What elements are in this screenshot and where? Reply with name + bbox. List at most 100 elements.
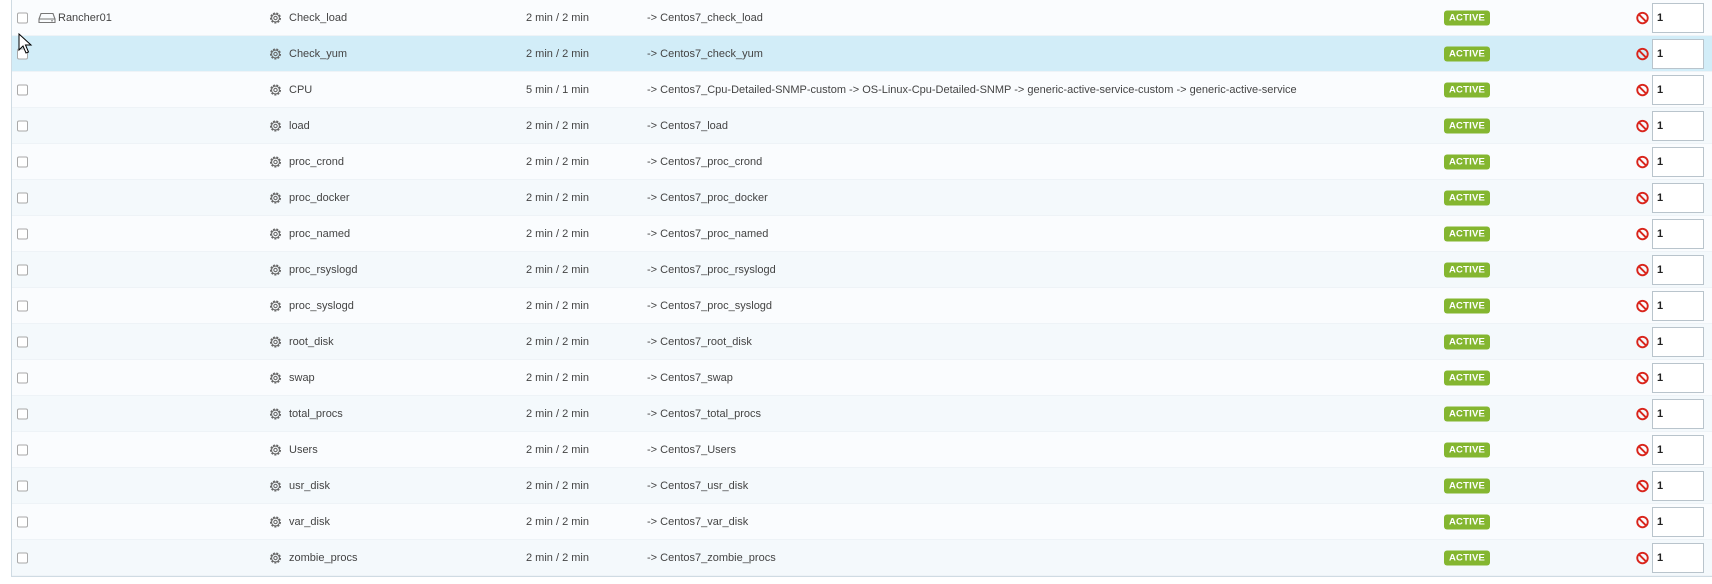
service-name[interactable]: root_disk [289,336,334,348]
row-checkbox[interactable] [17,444,28,455]
disable-icon[interactable] [1635,190,1650,205]
disable-icon[interactable] [1635,406,1650,421]
duplicate-count-input[interactable] [1652,326,1704,357]
table-row[interactable]: proc_named 2 min / 2 min -> Centos7_proc… [12,216,1712,252]
duplicate-count-input[interactable] [1652,434,1704,465]
service-template: -> Centos7_Users [647,443,736,456]
table-row[interactable]: Users 2 min / 2 min -> Centos7_Users ACT… [12,432,1712,468]
row-checkbox[interactable] [17,120,28,131]
row-checkbox[interactable] [17,228,28,239]
table-row[interactable]: load 2 min / 2 min -> Centos7_load ACTIV… [12,108,1712,144]
disable-icon[interactable] [1635,478,1650,493]
duplicate-count-input[interactable] [1652,110,1704,141]
gear-icon [268,370,283,385]
check-interval: 2 min / 2 min [526,371,589,384]
table-row[interactable]: proc_syslogd 2 min / 2 min -> Centos7_pr… [12,288,1712,324]
check-interval: 2 min / 2 min [526,263,589,276]
table-row[interactable]: swap 2 min / 2 min -> Centos7_swap ACTIV… [12,360,1712,396]
service-name[interactable]: proc_docker [289,192,350,204]
disable-icon[interactable] [1635,334,1650,349]
disable-icon[interactable] [1635,370,1650,385]
row-checkbox[interactable] [17,12,28,23]
duplicate-count-input[interactable] [1652,2,1704,33]
host-name[interactable]: Rancher01 [58,12,112,24]
service-name[interactable]: Check_load [289,12,347,24]
duplicate-count-input[interactable] [1652,182,1704,213]
gear-icon [268,226,283,241]
service-template: -> Centos7_proc_syslogd [647,299,773,312]
table-row[interactable]: proc_rsyslogd 2 min / 2 min -> Centos7_p… [12,252,1712,288]
service-name[interactable]: var_disk [289,516,330,528]
status-badge: ACTIVE [1444,514,1491,529]
disable-icon[interactable] [1635,82,1650,97]
check-interval: 2 min / 2 min [526,299,589,312]
duplicate-count-input[interactable] [1652,362,1704,393]
table-row[interactable]: Rancher01 Check_load 2 min / 2 min -> Ce… [12,0,1712,36]
row-checkbox[interactable] [17,264,28,275]
table-row[interactable]: root_disk 2 min / 2 min -> Centos7_root_… [12,324,1712,360]
check-interval: 2 min / 2 min [526,515,589,528]
disable-icon[interactable] [1635,154,1650,169]
duplicate-count-input[interactable] [1652,146,1704,177]
row-checkbox[interactable] [17,156,28,167]
row-checkbox[interactable] [17,372,28,383]
row-checkbox[interactable] [17,552,28,563]
row-checkbox[interactable] [17,300,28,311]
disable-icon[interactable] [1635,514,1650,529]
service-name[interactable]: proc_rsyslogd [289,264,357,276]
disable-icon[interactable] [1635,46,1650,61]
table-row[interactable]: proc_crond 2 min / 2 min -> Centos7_proc… [12,144,1712,180]
duplicate-count-input[interactable] [1652,290,1704,321]
service-name[interactable]: Users [289,444,318,456]
row-checkbox[interactable] [17,84,28,95]
disable-icon[interactable] [1635,550,1650,565]
gear-icon [268,262,283,277]
service-name[interactable]: proc_syslogd [289,300,354,312]
gear-icon [268,334,283,349]
table-row[interactable]: Check_yum 2 min / 2 min -> Centos7_check… [12,36,1712,72]
service-name[interactable]: proc_crond [289,156,344,168]
duplicate-count-input[interactable] [1652,398,1704,429]
disable-icon[interactable] [1635,298,1650,313]
duplicate-count-input[interactable] [1652,470,1704,501]
row-checkbox[interactable] [17,192,28,203]
status-badge: ACTIVE [1444,298,1491,313]
check-interval: 2 min / 2 min [526,443,589,456]
duplicate-count-input[interactable] [1652,218,1704,249]
service-name[interactable]: usr_disk [289,480,330,492]
table-row[interactable]: total_procs 2 min / 2 min -> Centos7_tot… [12,396,1712,432]
service-template: -> Centos7_proc_rsyslogd [647,263,776,276]
status-badge: ACTIVE [1444,226,1491,241]
service-name[interactable]: load [289,120,310,132]
table-row[interactable]: zombie_procs 2 min / 2 min -> Centos7_zo… [12,540,1712,576]
row-checkbox[interactable] [17,336,28,347]
duplicate-count-input[interactable] [1652,542,1704,573]
gear-icon [268,478,283,493]
status-badge: ACTIVE [1444,370,1491,385]
service-name[interactable]: Check_yum [289,48,347,60]
status-badge: ACTIVE [1444,118,1491,133]
service-name[interactable]: CPU [289,84,312,96]
duplicate-count-input[interactable] [1652,38,1704,69]
disable-icon[interactable] [1635,118,1650,133]
table-row[interactable]: usr_disk 2 min / 2 min -> Centos7_usr_di… [12,468,1712,504]
table-row[interactable]: CPU 5 min / 1 min -> Centos7_Cpu-Detaile… [12,72,1712,108]
duplicate-count-input[interactable] [1652,254,1704,285]
disable-icon[interactable] [1635,10,1650,25]
disable-icon[interactable] [1635,442,1650,457]
row-checkbox[interactable] [17,48,28,59]
row-checkbox[interactable] [17,408,28,419]
service-name[interactable]: proc_named [289,228,350,240]
table-row[interactable]: var_disk 2 min / 2 min -> Centos7_var_di… [12,504,1712,540]
service-name[interactable]: total_procs [289,408,343,420]
duplicate-count-input[interactable] [1652,506,1704,537]
row-checkbox[interactable] [17,480,28,491]
row-checkbox[interactable] [17,516,28,527]
disable-icon[interactable] [1635,262,1650,277]
disable-icon[interactable] [1635,226,1650,241]
status-badge: ACTIVE [1444,82,1491,97]
service-name[interactable]: zombie_procs [289,552,357,564]
table-row[interactable]: proc_docker 2 min / 2 min -> Centos7_pro… [12,180,1712,216]
duplicate-count-input[interactable] [1652,74,1704,105]
service-name[interactable]: swap [289,372,315,384]
